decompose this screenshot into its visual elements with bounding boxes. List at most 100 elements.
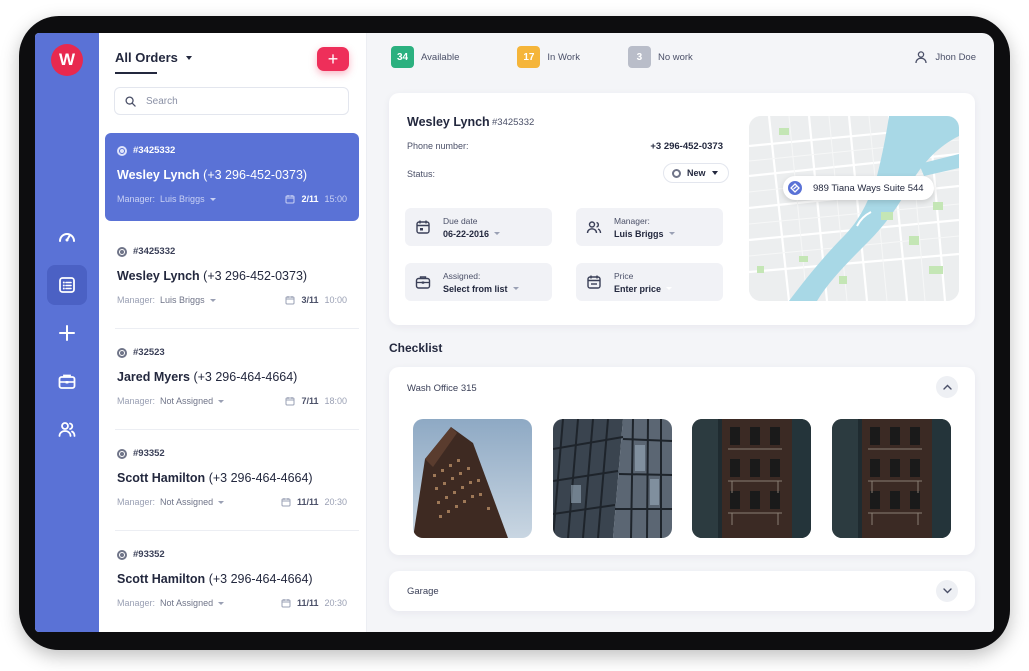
user-name: Jhon Doe [935, 52, 976, 63]
caret-down-icon [668, 232, 675, 235]
add-order-button[interactable]: + [317, 47, 349, 71]
order-meta: Manager: Not Assigned 11/11 20:30 [117, 598, 347, 608]
nav-rail: W [35, 33, 99, 632]
order-card[interactable]: #93352 Scott Hamilton (+3 296-464-4664) … [105, 436, 359, 531]
expand-button[interactable] [936, 580, 958, 602]
order-id: #3425332 [133, 246, 176, 257]
nav-add[interactable] [47, 313, 87, 353]
main-content: 34 Available 17 In Work 3 No work Jhon D… [367, 33, 994, 632]
order-card[interactable]: #93352 Scott Hamilton (+3 296-464-4664) … [105, 537, 359, 625]
calendar-icon [285, 397, 295, 406]
nav-dashboard[interactable] [47, 217, 87, 257]
field-label: Assigned: [443, 270, 481, 281]
map-pin-icon[interactable] [786, 179, 804, 197]
photo-thumbnail[interactable] [553, 419, 672, 538]
manager-field[interactable]: Manager: Luis Briggs [576, 208, 723, 246]
photo-thumbnail[interactable] [413, 419, 532, 538]
order-id: #93352 [133, 448, 165, 459]
stat-label: In Work [547, 51, 580, 63]
collapse-button[interactable] [936, 376, 958, 398]
group-title: Wash Office 315 [407, 383, 477, 394]
status-dot-icon [672, 168, 681, 178]
caret-down-icon [666, 287, 673, 290]
stat-label: No work [657, 51, 693, 63]
order-detail-card: Wesley Lynch #3425332 Phone number: +3 2… [389, 93, 975, 325]
caret-down-icon [209, 198, 216, 202]
title-underline [115, 72, 157, 74]
order-meta: Manager: Luis Briggs 2/11 15:00 [117, 194, 347, 204]
status-dropdown[interactable]: New [663, 163, 729, 183]
order-manager[interactable]: Manager: Luis Briggs [117, 194, 216, 204]
stat-no-work[interactable]: 3 No work [627, 46, 693, 68]
nav-orders[interactable] [47, 265, 87, 305]
briefcase-icon [58, 374, 76, 389]
order-meta: Manager: Luis Briggs 3/11 10:00 [117, 295, 347, 305]
price-field[interactable]: Price Enter price [576, 263, 723, 301]
order-name: Wesley Lynch (+3 296-452-0373) [117, 269, 308, 283]
radio-icon [117, 347, 127, 358]
checklist-title: Checklist [389, 341, 443, 355]
stat-available[interactable]: 34 Available [391, 46, 459, 68]
field-value: Enter price [614, 284, 673, 294]
glass-building-photo [553, 419, 672, 538]
order-card[interactable]: #3425332 Wesley Lynch (+3 296-452-0373) … [105, 234, 359, 329]
caret-down-icon [512, 287, 519, 290]
calendar-icon [285, 296, 295, 305]
order-manager[interactable]: Manager: Luis Briggs [117, 295, 216, 305]
checklist-group[interactable]: Garage [389, 571, 975, 611]
order-date: 7/11 18:00 [285, 396, 347, 406]
search-icon [125, 95, 136, 107]
search-input[interactable] [146, 95, 336, 107]
brick-building-photo [692, 419, 811, 538]
app-screen: W All Orders + #3425332 [35, 33, 994, 632]
calendar-icon [587, 275, 601, 289]
location-map[interactable]: 989 Tiana Ways Suite 544 [749, 116, 959, 301]
stats-bar: 34 Available 17 In Work 3 No work [391, 46, 721, 68]
caret-down-icon [711, 171, 718, 175]
group-title: Garage [407, 586, 439, 597]
order-meta: Manager: Not Assigned 7/11 18:00 [117, 396, 347, 406]
orders-panel: All Orders + #3425332 Wesley Lynch (+3 2… [99, 33, 367, 632]
order-card[interactable]: #3425332 Wesley Lynch (+3 296-452-0373) … [105, 133, 359, 221]
order-date: 2/11 15:00 [285, 194, 347, 204]
divider [115, 429, 359, 430]
caret-down-icon [185, 55, 192, 60]
radio-icon [117, 145, 127, 156]
users-icon [586, 221, 602, 234]
photo-thumbnail[interactable] [832, 419, 951, 538]
due-date-field[interactable]: Due date 06-22-2016 [405, 208, 552, 246]
order-manager[interactable]: Manager: Not Assigned [117, 497, 225, 507]
phone-value: +3 296-452-0373 [650, 141, 723, 152]
chevron-down-icon [942, 588, 952, 594]
order-id: #93352 [133, 549, 165, 560]
stat-count: 3 [627, 46, 651, 68]
client-name: Wesley Lynch [407, 115, 490, 129]
nav-team[interactable] [47, 409, 87, 449]
photo-thumbnail[interactable] [692, 419, 811, 538]
field-label: Price [614, 270, 634, 281]
caret-down-icon [218, 501, 225, 505]
status-value: New [687, 168, 706, 178]
brick-building-photo [832, 419, 951, 538]
order-name: Wesley Lynch (+3 296-452-0373) [117, 168, 308, 182]
stat-in-work[interactable]: 17 In Work [517, 46, 580, 68]
radio-icon [117, 549, 127, 560]
order-manager[interactable]: Manager: Not Assigned [117, 396, 225, 406]
order-date: 11/11 20:30 [281, 598, 347, 608]
order-name: Scott Hamilton (+3 296-464-4664) [117, 471, 313, 485]
order-meta: Manager: Not Assigned 11/11 20:30 [117, 497, 347, 507]
caret-down-icon [218, 400, 225, 404]
users-icon [58, 422, 76, 437]
stat-count: 17 [517, 46, 541, 68]
logo[interactable]: W [51, 44, 83, 76]
calendar-icon [416, 220, 430, 234]
radio-icon [117, 448, 127, 459]
nav-jobs[interactable] [47, 361, 87, 401]
assigned-field[interactable]: Assigned: Select from list [405, 263, 552, 301]
order-card[interactable]: #32523 Jared Myers (+3 296-464-4664) Man… [105, 335, 359, 430]
orders-filter-dropdown[interactable]: All Orders [115, 50, 192, 65]
user-menu[interactable]: Jhon Doe [915, 51, 976, 64]
search-box [114, 87, 349, 115]
field-label: Due date [443, 215, 478, 226]
order-manager[interactable]: Manager: Not Assigned [117, 598, 225, 608]
